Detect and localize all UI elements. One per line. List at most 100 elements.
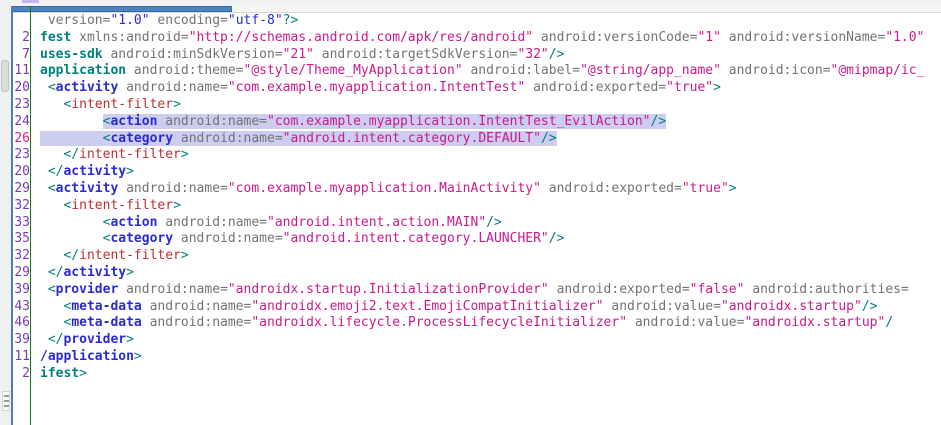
code-line[interactable]: 39 <provider android:name="androidx.star… — [13, 282, 941, 299]
token-delim: > — [181, 147, 189, 162]
code-line[interactable]: 11application android:theme="@style/Them… — [13, 63, 941, 80]
code-text: </activity> — [34, 164, 134, 181]
token-attr: android:name= — [142, 299, 252, 314]
code-line[interactable]: 43 <meta-data android:name="androidx.emo… — [13, 299, 941, 316]
token-val: "@style/Theme_MyApplication" — [244, 63, 463, 78]
token-delim: > — [126, 164, 134, 179]
tab-fragment — [22, 0, 39, 3]
token-tagteal: application — [40, 63, 126, 78]
code-line[interactable]: 35 <category android:name="android.inten… — [13, 231, 941, 248]
code-text: <intent-filter> — [34, 198, 181, 215]
token-attr: android:name= — [173, 131, 283, 146]
left-panel-strip — [0, 0, 11, 425]
token-attr: android:label= — [463, 63, 580, 78]
code-text: <action android:name="com.example.myappl… — [34, 114, 666, 131]
token-valblue: "utf-8" — [228, 13, 283, 28]
code-line[interactable]: 29 </activity> — [13, 265, 941, 282]
token-delim: </ — [63, 147, 79, 162]
splitter-grip-icon[interactable] — [2, 391, 10, 411]
token-tagblue: provider — [56, 282, 119, 297]
code-line[interactable]: 23 <intent-filter> — [13, 97, 941, 114]
token-tagblue: action — [110, 215, 157, 230]
token-val: "@string/app_name" — [580, 63, 721, 78]
code-line[interactable]: 20 </activity> — [13, 164, 941, 181]
token-delim: > — [729, 181, 737, 196]
token-val: "1.0" — [885, 30, 924, 45]
horizontal-scrollbar-thumb[interactable] — [11, 6, 232, 12]
code-text: /application> — [34, 349, 142, 366]
code-line[interactable]: 2ifest> — [13, 366, 941, 383]
code-line[interactable]: 11/application> — [13, 349, 941, 366]
token-delim: </ — [63, 248, 79, 263]
token-delim: < — [48, 80, 56, 95]
token-val: "21" — [283, 47, 314, 62]
token-val: "android.intent.category.DEFAULT" — [283, 131, 541, 146]
token-tagblue: activity — [63, 265, 126, 280]
token-val: "true" — [666, 80, 713, 95]
code-text: <action android:name="android.intent.act… — [34, 215, 502, 232]
token-delim: /> — [541, 131, 557, 146]
token-delim: / — [885, 315, 893, 330]
token-val: "com.example.myapplication.MainActivity" — [228, 181, 541, 196]
token-attr: android:value= — [627, 315, 744, 330]
code-line[interactable]: 26 <category android:name="android.inten… — [13, 131, 941, 148]
token-delim: ?> — [283, 13, 299, 28]
token-attr: android:minSdkVersion= — [103, 47, 283, 62]
token-val: "32" — [517, 47, 548, 62]
code-text: uses-sdk android:minSdkVersion="21" andr… — [34, 47, 564, 64]
token-delim: > — [79, 366, 87, 381]
token-val: "1" — [697, 30, 720, 45]
token-val: "@mipmap/ic_ — [831, 63, 925, 78]
token-attr: android:name= — [118, 282, 228, 297]
token-tagblue: /application — [40, 349, 134, 364]
token-delim: /> — [651, 114, 667, 129]
selection-highlight: <category android:name="android.intent.c… — [40, 131, 557, 146]
token-delim: > — [713, 80, 721, 95]
token-attr: version= — [48, 13, 111, 28]
code-text: <provider android:name="androidx.startup… — [34, 282, 909, 299]
token-attr: android:name= — [118, 181, 228, 196]
token-tagteal: fest — [40, 30, 71, 45]
token-attr: android:name= — [157, 114, 267, 129]
left-scrollbar-thumb[interactable] — [1, 60, 9, 92]
code-text: <activity android:name="com.example.myap… — [34, 181, 737, 198]
code-line[interactable]: 32 </intent-filter> — [13, 248, 941, 265]
token-attr: android:icon= — [721, 63, 831, 78]
token-val: "androidx.lifecycle.ProcessLifecycleInit… — [251, 315, 627, 330]
token-attr: encoding= — [150, 13, 228, 28]
code-line[interactable]: 2fest xmlns:android="http://schemas.andr… — [13, 30, 941, 47]
token-tagblue: meta-data — [71, 315, 141, 330]
token-tagblue: activity — [63, 164, 126, 179]
code-line[interactable]: 23 </intent-filter> — [13, 147, 941, 164]
token-tagblue: category — [110, 131, 173, 146]
code-line[interactable]: 33 <action android:name="android.intent.… — [13, 215, 941, 232]
token-tagblue: provider — [63, 332, 126, 347]
token-val: "com.example.myapplication.IntentTest" — [228, 80, 525, 95]
code-text: ifest> — [34, 366, 87, 383]
code-text: <meta-data android:name="androidx.lifecy… — [34, 315, 893, 332]
code-line[interactable]: 20 <activity android:name="com.example.m… — [13, 80, 941, 97]
code-line[interactable]: 29 <activity android:name="com.example.m… — [13, 181, 941, 198]
token-attr: android:versionCode= — [533, 30, 697, 45]
code-line[interactable]: 7uses-sdk android:minSdkVersion="21" and… — [13, 47, 941, 64]
token-tagred: intent-filter — [79, 147, 181, 162]
token-val: "androidx.startup" — [744, 315, 885, 330]
horizontal-scrollbar[interactable] — [0, 6, 941, 13]
token-val: "androidx.startup.InitializationProvider… — [228, 282, 549, 297]
token-attr: android:value= — [604, 299, 721, 314]
token-attr: android:name= — [173, 231, 283, 246]
token-val: "false" — [690, 282, 745, 297]
code-text: application android:theme="@style/Theme_… — [34, 63, 924, 80]
code-line[interactable]: 39 </provider> — [13, 332, 941, 349]
code-editor[interactable]: version="1.0" encoding="utf-8"?>2fest xm… — [13, 13, 941, 425]
token-delim: </ — [48, 332, 64, 347]
code-line[interactable]: 32 <intent-filter> — [13, 198, 941, 215]
token-attr: android:name= — [142, 315, 252, 330]
token-tagblue: category — [110, 231, 173, 246]
code-line[interactable]: version="1.0" encoding="utf-8"?> — [13, 13, 941, 30]
token-delim: /> — [862, 299, 878, 314]
token-val: "android.intent.action.MAIN" — [267, 215, 486, 230]
code-line[interactable]: 24 <action android:name="com.example.mya… — [13, 114, 941, 131]
code-line[interactable]: 46 <meta-data android:name="androidx.lif… — [13, 315, 941, 332]
token-val: "android.intent.category.LAUNCHER" — [283, 231, 549, 246]
